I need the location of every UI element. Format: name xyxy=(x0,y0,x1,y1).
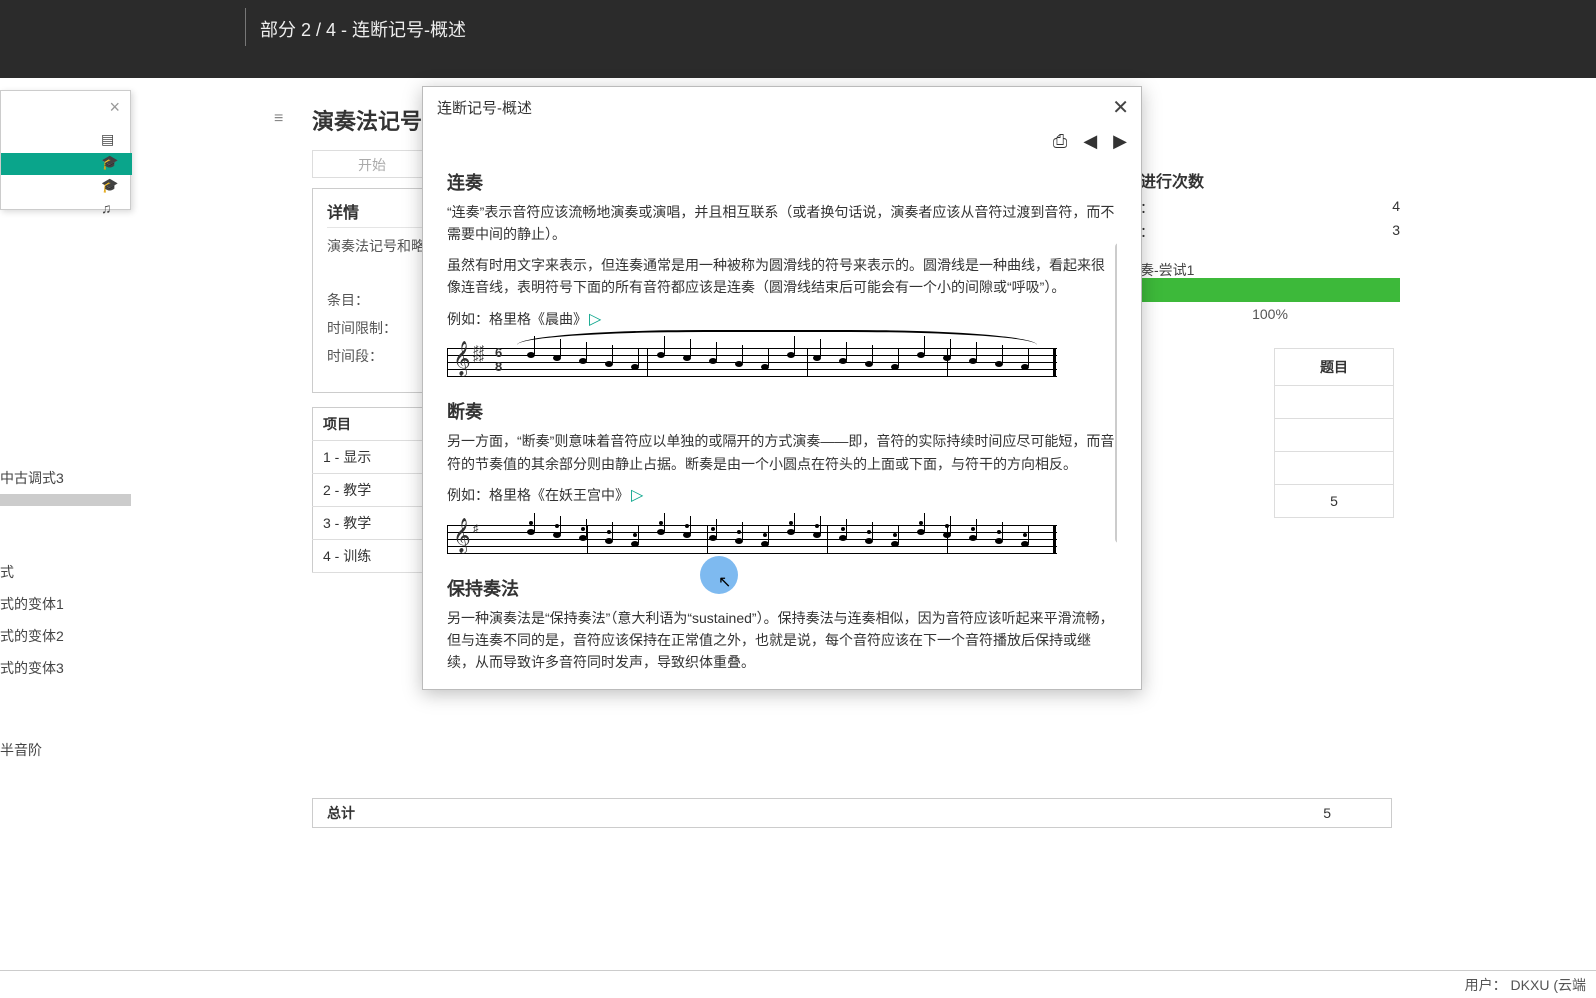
right-table-value: 5 xyxy=(1275,485,1394,518)
clef-icon: 𝄞 xyxy=(453,342,471,376)
tree-item[interactable]: 中古调式3 xyxy=(0,462,131,494)
paragraph: “连奏”表示音符应该流畅地演奏或演唱，并且相互联系（或者换句话说，演奏者应该从音… xyxy=(447,201,1117,246)
right-header: 进行次数 xyxy=(1140,168,1400,192)
book-icon[interactable]: ▤ xyxy=(101,131,118,148)
tree-item[interactable]: 半音阶 xyxy=(0,734,131,766)
attempt-label: 奏-尝试1 xyxy=(1140,260,1400,280)
cap-icon[interactable]: 🎓 xyxy=(101,154,118,171)
tree-item[interactable]: 式的变体1 xyxy=(0,588,131,620)
cap2-icon[interactable]: 🎓 xyxy=(101,177,118,194)
time-signature: 68 xyxy=(495,346,502,374)
next-icon[interactable]: ▶ xyxy=(1113,131,1127,152)
paragraph: 另一方面，“断奏”则意味着音符应以单独的或隔开的方式演奏——即，音符的实际持续时… xyxy=(447,430,1117,475)
example-line: 例如：格里格《晨曲》▷ xyxy=(447,307,1117,333)
tree-item[interactable]: 式 xyxy=(0,556,131,588)
scrollbar[interactable] xyxy=(1115,243,1117,543)
top-bar: 部分 2 / 4 - 连断记号-概述 xyxy=(0,0,1596,78)
print-icon[interactable]: ⎙ xyxy=(1053,131,1067,152)
progress-percent: 100% xyxy=(1140,306,1400,322)
page-title: 部分 2 / 4 - 连断记号-概述 xyxy=(260,16,466,42)
paragraph: 虽然有时用文字来表示，但连奏通常是用一种被称为圆滑线的符号来表示的。圆滑线是一种… xyxy=(447,254,1117,299)
music-staff: 𝄞 ♯ xyxy=(447,517,1057,563)
prev-icon[interactable]: ◀ xyxy=(1083,131,1097,152)
play-icon[interactable]: ▷ xyxy=(589,311,601,328)
example-line: 例如：格里格《在妖王宫中》▷ xyxy=(447,483,1117,509)
right-table: 题目 5 xyxy=(1274,348,1394,518)
key-signature: ♯♯♯♯ xyxy=(473,346,484,362)
right-row: ：4 xyxy=(1140,198,1400,218)
modal-toolbar: ⎙ ◀ ▶ xyxy=(1053,131,1127,152)
modal-content: 连奏 “连奏”表示音符应该流畅地演奏或演唱，并且相互联系（或者换句话说，演奏者应… xyxy=(447,163,1117,675)
play-icon[interactable]: ▷ xyxy=(631,487,643,504)
right-row: ：3 xyxy=(1140,222,1400,242)
entry-label: 条目： xyxy=(327,290,397,310)
progress-bar xyxy=(1140,278,1400,302)
section-heading: 连奏 xyxy=(447,169,1117,195)
key-signature: ♯ xyxy=(473,525,479,533)
tree-item[interactable]: 式的变体2 xyxy=(0,620,131,652)
tree-item[interactable] xyxy=(0,494,131,506)
right-col-header: 题目 xyxy=(1275,349,1394,386)
close-icon[interactable]: ✕ xyxy=(1112,95,1129,120)
section-heading: 断奏 xyxy=(447,398,1117,424)
user-label: 用户： DKXU (云端 xyxy=(1465,975,1586,995)
hamburger-icon[interactable]: ≡ xyxy=(274,110,283,128)
topbar-divider xyxy=(245,8,246,46)
clef-icon: 𝄞 xyxy=(453,519,471,553)
right-column: 进行次数 ：4 ：3 奏-尝试1 xyxy=(1140,168,1400,280)
slur xyxy=(517,330,1037,360)
status-bar: 用户： DKXU (云端 xyxy=(0,970,1596,998)
left-panel-icons: ▤ 🎓 🎓 ♫ xyxy=(101,131,118,216)
total-value: 5 xyxy=(1263,805,1391,821)
timelimit-label: 时间限制： xyxy=(327,318,397,338)
paragraph: 另一种演奏法是“保持奏法”（意大利语为“sustained”）。保持奏法与连奏相… xyxy=(447,607,1117,674)
modal-dialog: 连断记号-概述 ✕ ⎙ ◀ ▶ 连奏 “连奏”表示音符应该流畅地演奏或演唱，并且… xyxy=(422,86,1142,690)
music-icon[interactable]: ♫ xyxy=(101,200,118,216)
total-bar: 总计 5 xyxy=(312,798,1392,828)
close-icon[interactable]: × xyxy=(109,97,120,118)
period-label: 时间段： xyxy=(327,346,397,366)
section-heading: 保持奏法 xyxy=(447,575,1117,601)
left-panel: × ▤ 🎓 🎓 ♫ xyxy=(0,90,131,210)
left-tree: 中古调式3 式 式的变体1 式的变体2 式的变体3 半音阶 xyxy=(0,462,131,766)
total-label: 总计 xyxy=(313,803,369,823)
tree-item[interactable]: 式的变体3 xyxy=(0,652,131,684)
start-button[interactable]: 开始 xyxy=(312,150,432,178)
music-staff: 𝄞 ♯♯♯♯ 68 xyxy=(447,340,1057,386)
modal-title: 连断记号-概述 xyxy=(437,97,532,118)
